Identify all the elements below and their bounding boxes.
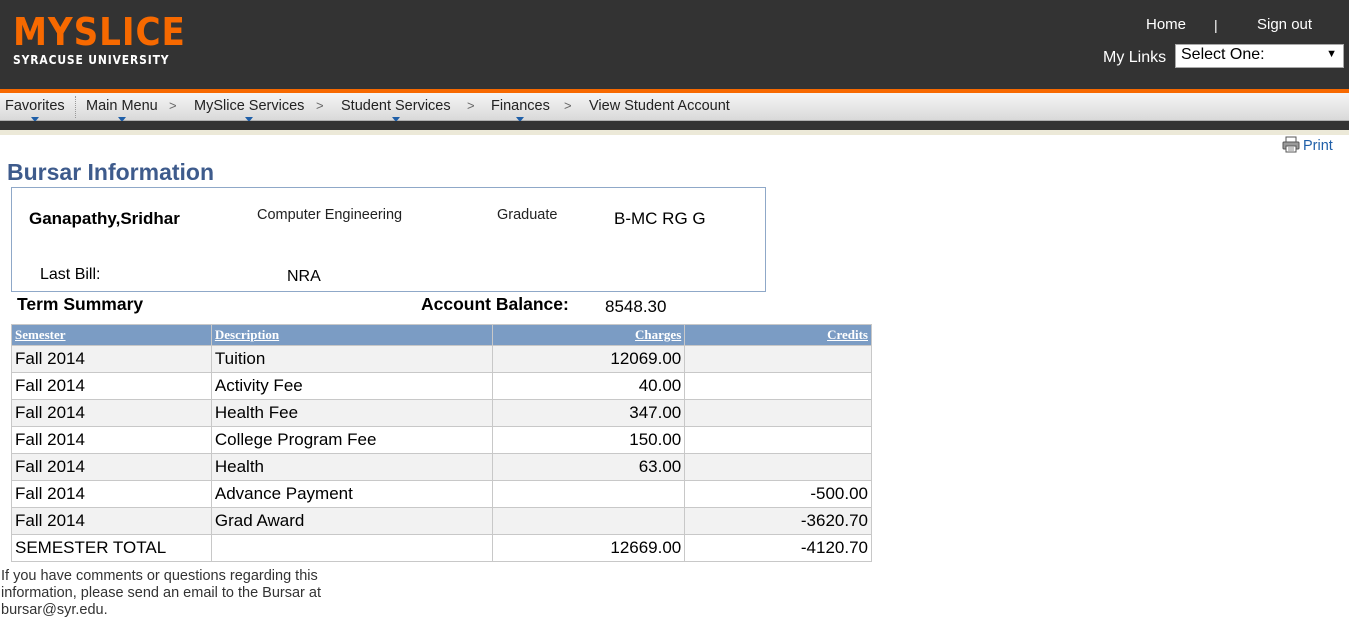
column-header-description[interactable]: Description xyxy=(210,324,493,346)
breadcrumb-view-student-account[interactable]: View Student Account xyxy=(589,98,730,114)
page-title: Bursar Information xyxy=(7,159,215,185)
table-row: Fall 2014 College Program Fee 150.00 xyxy=(11,426,872,454)
logo-subtitle: SYRACUSE UNIVERSITY xyxy=(13,52,170,67)
student-plan-code: B-MC RG G xyxy=(614,209,706,228)
cell-credits xyxy=(684,426,872,454)
my-links-label: My Links xyxy=(1103,49,1167,66)
table-header-row: Semester Description Charges Credits xyxy=(11,324,872,346)
last-bill-value: NRA xyxy=(287,268,321,285)
breadcrumb-finances[interactable]: Finances xyxy=(491,98,550,122)
cell-description: Tuition xyxy=(210,345,493,373)
cell-semester: Fall 2014 xyxy=(11,372,212,400)
column-header-credits[interactable]: Credits xyxy=(684,324,872,346)
myslice-logo[interactable]: MYSLICE SYRACUSE UNIVERSITY xyxy=(13,12,205,67)
content-top-strip xyxy=(0,130,1349,135)
print-label: Print xyxy=(1303,138,1333,154)
cell-charges xyxy=(491,480,686,508)
breadcrumb-separator: > xyxy=(564,98,572,113)
cell-description: Activity Fee xyxy=(210,372,493,400)
breadcrumb-divider xyxy=(75,96,76,118)
cell-semester: Fall 2014 xyxy=(11,453,212,481)
print-button[interactable]: Print xyxy=(1282,136,1333,154)
student-program: Computer Engineering xyxy=(257,207,403,223)
breadcrumb-label: Finances xyxy=(491,98,550,114)
table-row: Fall 2014 Health Fee 347.00 xyxy=(11,399,872,427)
cell-semester: Fall 2014 xyxy=(11,426,212,454)
table-total-row: SEMESTER TOTAL 12669.00 -4120.70 xyxy=(11,534,872,562)
cell-credits xyxy=(684,345,872,373)
breadcrumb-label: Student Services xyxy=(341,98,451,114)
chevron-down-icon: ▼ xyxy=(1326,48,1337,60)
printer-icon xyxy=(1282,136,1300,153)
breadcrumb-favorites[interactable]: Favorites xyxy=(5,98,65,122)
breadcrumb-separator: > xyxy=(467,98,475,113)
cell-semester: Fall 2014 xyxy=(11,480,212,508)
table-row: Fall 2014 Grad Award -3620.70 xyxy=(11,507,872,535)
logo-wordmark: MYSLICE xyxy=(13,10,186,54)
breadcrumb-separator: > xyxy=(316,98,324,113)
student-career: Graduate xyxy=(497,207,558,223)
cell-credits xyxy=(684,399,872,427)
cell-charges xyxy=(491,507,686,535)
my-links-select[interactable]: Select One: ▼ xyxy=(1175,44,1344,68)
cell-credits xyxy=(684,372,872,400)
my-links-selected-value: Select One: xyxy=(1181,46,1265,63)
last-bill-label: Last Bill: xyxy=(40,266,101,283)
table-row: Fall 2014 Tuition 12069.00 xyxy=(11,345,872,373)
cell-credits: -3620.70 xyxy=(684,507,872,535)
header-separator: | xyxy=(1214,17,1218,33)
cell-description: Health xyxy=(210,453,493,481)
breadcrumb-separator: > xyxy=(169,98,177,113)
column-header-semester[interactable]: Semester xyxy=(11,324,212,346)
cell-charges: 12669.00 xyxy=(491,534,686,562)
cell-charges: 347.00 xyxy=(491,399,686,427)
cell-credits xyxy=(684,453,872,481)
cell-description: Advance Payment xyxy=(210,480,493,508)
student-info-box: Ganapathy,Sridhar Computer Engineering G… xyxy=(11,187,766,292)
cell-semester: Fall 2014 xyxy=(11,399,212,427)
cell-credits: -500.00 xyxy=(684,480,872,508)
table-row: Fall 2014 Advance Payment -500.00 xyxy=(11,480,872,508)
breadcrumb: Favorites Main Menu > MySlice Services >… xyxy=(0,93,1349,122)
term-summary-table: Semester Description Charges Credits Fal… xyxy=(11,324,872,562)
cell-description: Health Fee xyxy=(210,399,493,427)
term-summary-heading: Term Summary xyxy=(17,294,144,314)
home-link[interactable]: Home xyxy=(1146,16,1186,33)
column-header-charges[interactable]: Charges xyxy=(491,324,686,346)
breadcrumb-student-services[interactable]: Student Services xyxy=(341,98,451,122)
breadcrumb-label: Main Menu xyxy=(86,98,158,114)
breadcrumb-label: MySlice Services xyxy=(194,98,305,114)
contact-note: If you have comments or questions regard… xyxy=(1,568,321,618)
cell-credits: -4120.70 xyxy=(684,534,872,562)
cell-semester: SEMESTER TOTAL xyxy=(11,534,212,562)
cell-description xyxy=(210,534,493,562)
cell-charges: 12069.00 xyxy=(491,345,686,373)
account-balance-value: 8548.30 xyxy=(605,297,667,316)
cell-charges: 63.00 xyxy=(491,453,686,481)
nav-bottom-bar xyxy=(0,121,1349,130)
cell-charges: 150.00 xyxy=(491,426,686,454)
sign-out-link[interactable]: Sign out xyxy=(1257,16,1312,33)
cell-description: College Program Fee xyxy=(210,426,493,454)
breadcrumb-myslice-services[interactable]: MySlice Services xyxy=(194,98,305,122)
cell-semester: Fall 2014 xyxy=(11,507,212,535)
student-name: Ganapathy,Sridhar xyxy=(29,209,180,228)
site-header: MYSLICE SYRACUSE UNIVERSITY Home | Sign … xyxy=(0,0,1349,89)
cell-description: Grad Award xyxy=(210,507,493,535)
cell-charges: 40.00 xyxy=(491,372,686,400)
breadcrumb-label: Favorites xyxy=(5,98,65,114)
account-balance-label: Account Balance: xyxy=(421,294,569,314)
breadcrumb-main-menu[interactable]: Main Menu xyxy=(86,98,158,122)
table-row: Fall 2014 Activity Fee 40.00 xyxy=(11,372,872,400)
cell-semester: Fall 2014 xyxy=(11,345,212,373)
table-row: Fall 2014 Health 63.00 xyxy=(11,453,872,481)
